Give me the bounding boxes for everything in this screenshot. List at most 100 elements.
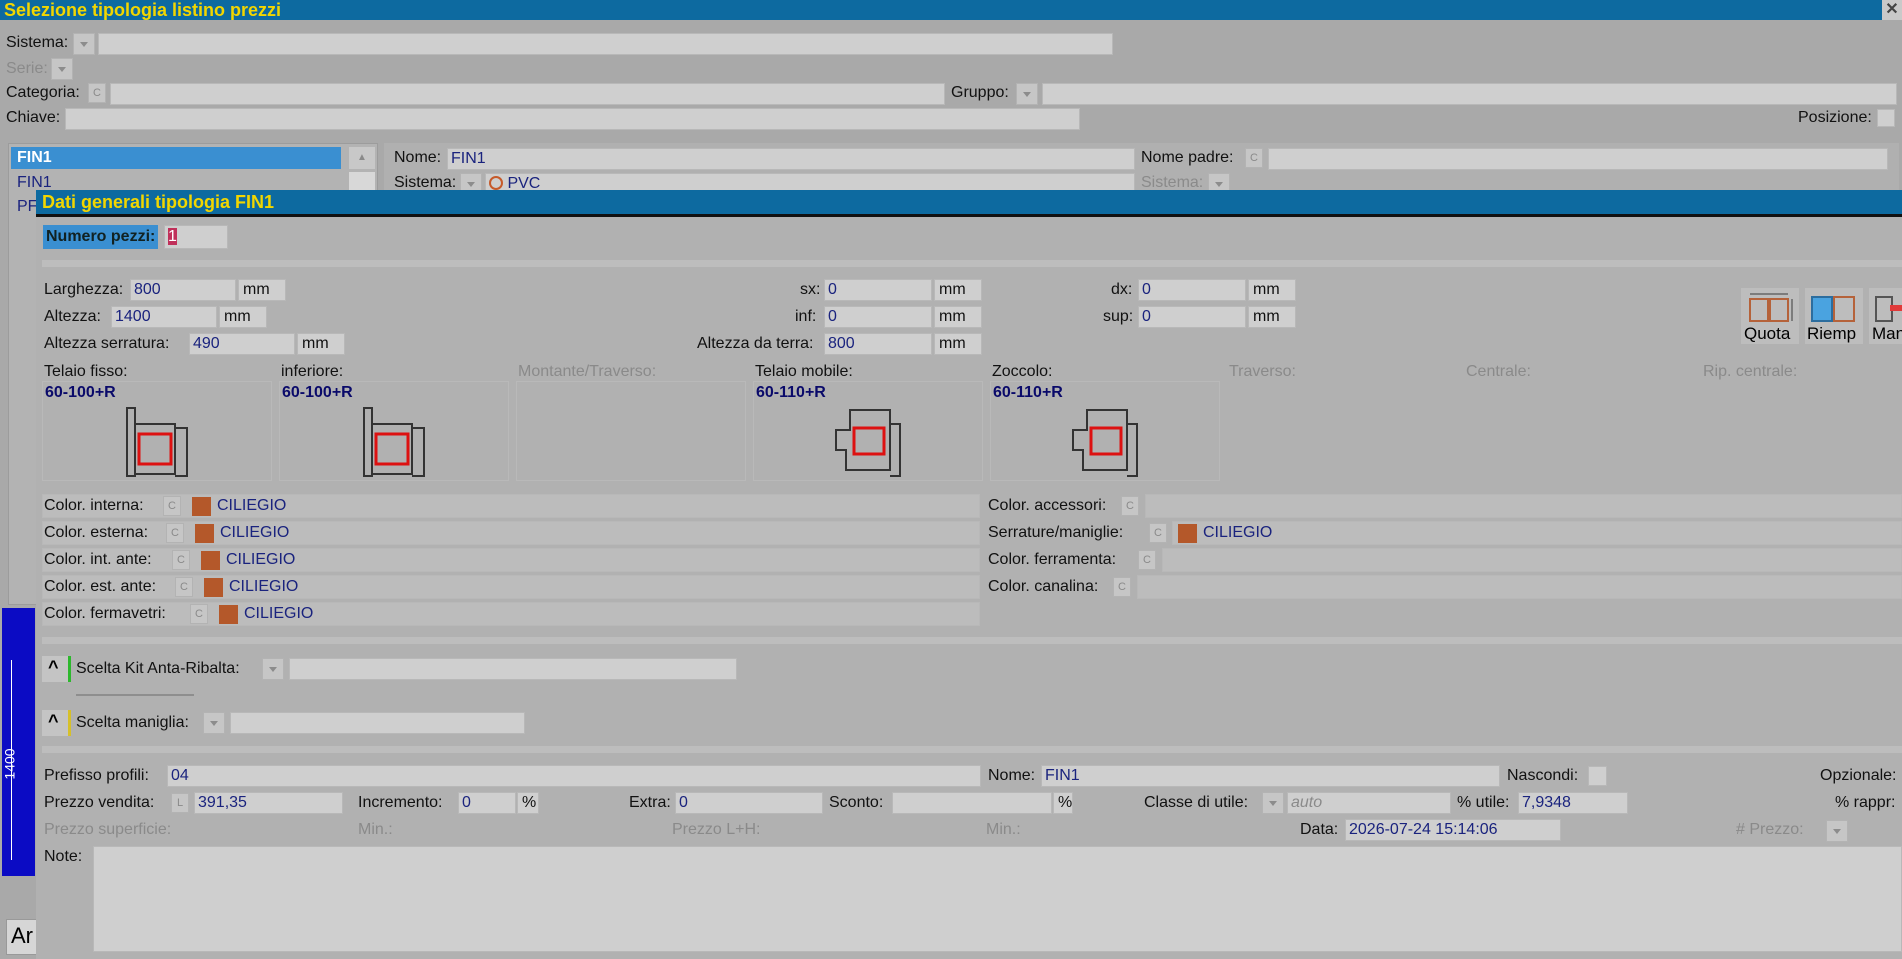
serrature-value[interactable]: CILIEGIO [1203,523,1272,543]
color-interna-value[interactable]: CILIEGIO [217,496,286,516]
color-row-bg [1162,548,1902,572]
posizione-checkbox[interactable] [1877,109,1895,127]
profile-zoccolo[interactable]: 60-110+R [990,381,1220,481]
numero-pezzi-field[interactable]: 1 [164,225,228,249]
color-interna-label: Color. interna: [44,497,144,514]
incremento-field[interactable]: 0 [458,792,516,814]
quota-icon [1749,293,1793,322]
color-int-ante-value[interactable]: CILIEGIO [226,550,295,570]
prezzo-lh-label: Prezzo L+H: [672,821,761,838]
kit-toggle[interactable]: ^ [42,656,71,682]
man-button[interactable]: Man [1869,288,1902,344]
chiave-field[interactable] [65,108,1080,130]
altezza-serratura-unit: mm [297,333,345,355]
altezza-terra-unit: mm [934,333,982,355]
sx-field[interactable]: 0 [824,279,932,301]
close-icon[interactable]: ✕ [1882,0,1902,20]
utile-field[interactable]: 7,9348 [1518,792,1628,814]
note-textarea[interactable] [93,846,1902,952]
extra-field[interactable]: 0 [675,792,823,814]
scroll-up-icon[interactable]: ▲ [349,147,375,169]
nome-field-back[interactable]: FIN1 [447,148,1135,170]
color-esterna-c-button[interactable]: C [166,523,184,543]
maniglia-label: Scelta maniglia: [76,714,189,731]
quota-button[interactable]: Quota [1741,288,1799,344]
nascondi-checkbox[interactable] [1588,766,1607,786]
gruppo-field[interactable] [1042,83,1897,105]
altezza-terra-field[interactable]: 800 [824,333,932,355]
maniglia-dropdown[interactable] [203,712,225,734]
altezza-unit: mm [219,306,267,328]
sistema-dropdown[interactable] [73,33,95,55]
color-int-ante-c-button[interactable]: C [172,550,190,570]
color-interna-c-button[interactable]: C [163,496,181,516]
color-esterna-value[interactable]: CILIEGIO [220,523,289,543]
prezzo-vendita-field[interactable]: 391,35 [194,792,343,814]
chiave-label: Chiave: [6,109,61,126]
classe-dropdown[interactable] [1262,792,1284,814]
sconto-field[interactable] [892,792,1052,814]
profile-label: Zoccolo: [992,363,1053,380]
color-est-ante-c-button[interactable]: C [175,577,193,597]
ar-button[interactable]: Ar [6,919,38,955]
list-item[interactable]: FIN1 [11,147,341,169]
profile-montante[interactable] [516,381,746,481]
inf-field[interactable]: 0 [824,306,932,328]
prezzo-superficie-label: Prezzo superficie: [44,821,172,838]
preview-height-label: 1400 [1,748,18,780]
altezza-field[interactable]: 1400 [111,306,217,328]
riemp-button[interactable]: Riemp [1805,288,1863,344]
sistema-field[interactable] [98,33,1113,55]
categoria-field[interactable] [110,83,945,105]
extra-label: Extra: [629,794,671,811]
profile-telaio-fisso[interactable]: 60-100+R [42,381,272,481]
maniglia-toggle[interactable]: ^ [42,710,71,736]
utile-label: % utile: [1457,794,1510,811]
altezza-serratura-field[interactable]: 490 [189,333,295,355]
color-accessori-c-button[interactable]: C [1121,496,1139,516]
back-window-titlebar: Selezione tipologia listino prezzi ✕ [0,0,1902,20]
data-field[interactable]: 2026-07-24 15:14:06 [1345,819,1561,841]
nome-padre-field[interactable] [1268,148,1888,170]
classe-field[interactable]: auto [1287,792,1451,814]
color-canalina-c-button[interactable]: C [1113,577,1131,597]
prefisso-field[interactable]: 04 [167,765,981,787]
color-ferramenta-c-button[interactable]: C [1138,550,1156,570]
color-est-ante-value[interactable]: CILIEGIO [229,577,298,597]
profile-inferiore[interactable]: 60-100+R [279,381,509,481]
color-accessori-label: Color. accessori: [988,497,1107,514]
kit-label: Scelta Kit Anta-Ribalta: [76,660,240,677]
dialog-title-underline [36,214,1902,217]
profile-label: Telaio mobile: [755,363,853,380]
categoria-c-button[interactable]: C [88,83,106,103]
list-item[interactable]: PF [17,196,37,218]
posizione-label: Posizione: [1798,109,1872,126]
profile-code: 60-110+R [756,384,826,401]
profile-label: Traverso: [1229,363,1296,380]
profile-section-icon [363,407,425,477]
kit-dropdown[interactable] [262,658,284,680]
gruppo-dropdown[interactable] [1016,83,1038,105]
nome-padre-c-button[interactable]: C [1245,148,1263,168]
kit-field[interactable] [289,658,737,680]
dx-field[interactable]: 0 [1138,279,1246,301]
sup-field[interactable]: 0 [1138,306,1246,328]
color-fermavetri-value[interactable]: CILIEGIO [244,604,313,624]
color-est-ante-label: Color. est. ante: [44,578,157,595]
color-est-ante-swatch [204,578,223,597]
larghezza-field[interactable]: 800 [130,279,236,301]
prezzo-vendita-label: Prezzo vendita: [44,794,155,811]
serie-dropdown[interactable] [51,58,73,80]
profile-code: 60-100+R [45,384,116,401]
nascondi-label: Nascondi: [1507,767,1579,784]
num-prezzo-dropdown[interactable] [1826,820,1848,842]
separator [42,637,1902,644]
color-fermavetri-c-button[interactable]: C [190,604,208,624]
maniglia-field[interactable] [230,712,525,734]
prezzo-vendita-l-button[interactable]: L [171,793,189,813]
sistema-label: Sistema: [6,34,69,51]
serrature-c-button[interactable]: C [1149,523,1167,543]
opzionale-label: Opzionale: [1820,767,1897,784]
nome-field[interactable]: FIN1 [1041,765,1500,787]
profile-telaio-mobile[interactable]: 60-110+R [753,381,983,481]
